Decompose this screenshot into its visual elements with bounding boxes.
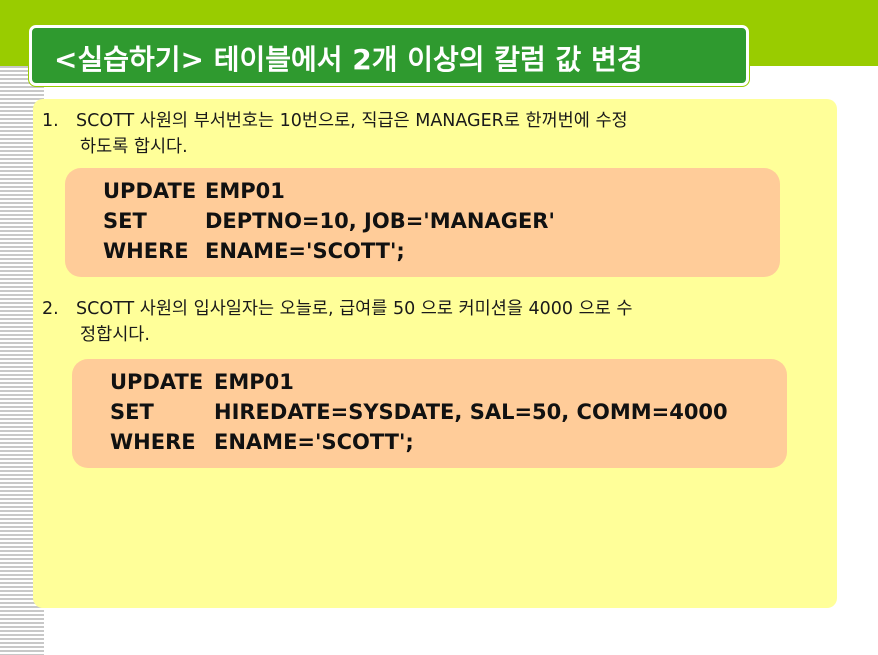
item-2-text-line1: SCOTT 사원의 입사일자는 오늘로, 급여를 50 으로 커미션을 4000… [76,299,633,319]
code-1-keyword-update: UPDATE [103,179,197,203]
item-2-number: 2. [42,299,59,319]
item-1-number: 1. [42,111,59,131]
item-1-text-line1: SCOTT 사원의 부서번호는 10번으로, 직급은 MANAGER로 한꺼번에… [76,111,628,131]
code-2-keyword-update: UPDATE [110,370,204,394]
item-2: 2. SCOTT 사원의 입사일자는 오늘로, 급여를 50 으로 커미션을 4… [42,296,822,350]
code-1-where-clause: ENAME='SCOTT'; [205,239,405,263]
code-block-1: UPDATE EMP01 SET DEPTNO=10, JOB='MANAGER… [65,168,780,277]
slide-title-box: <실습하기> 테이블에서 2개 이상의 칼럼 값 변경 [29,25,749,86]
item-2-text-line2: 정합시다. [80,325,150,345]
slide-title: <실습하기> 테이블에서 2개 이상의 칼럼 값 변경 [54,43,643,76]
code-2-where-clause: ENAME='SCOTT'; [214,430,414,454]
item-1-text-line2: 하도록 합시다. [80,137,188,157]
code-2-set-clause: HIREDATE=SYSDATE, SAL=50, COMM=4000 [214,400,728,424]
code-2-table: EMP01 [214,370,294,394]
code-1-set-clause: DEPTNO=10, JOB='MANAGER' [205,209,555,233]
code-2-keyword-where: WHERE [110,430,196,454]
item-1: 1. SCOTT 사원의 부서번호는 10번으로, 직급은 MANAGER로 한… [42,108,822,162]
code-1-table: EMP01 [205,179,285,203]
code-1-keyword-set: SET [103,209,147,233]
code-2-keyword-set: SET [110,400,154,424]
code-1-keyword-where: WHERE [103,239,189,263]
code-block-2: UPDATE EMP01 SET HIREDATE=SYSDATE, SAL=5… [72,359,787,468]
